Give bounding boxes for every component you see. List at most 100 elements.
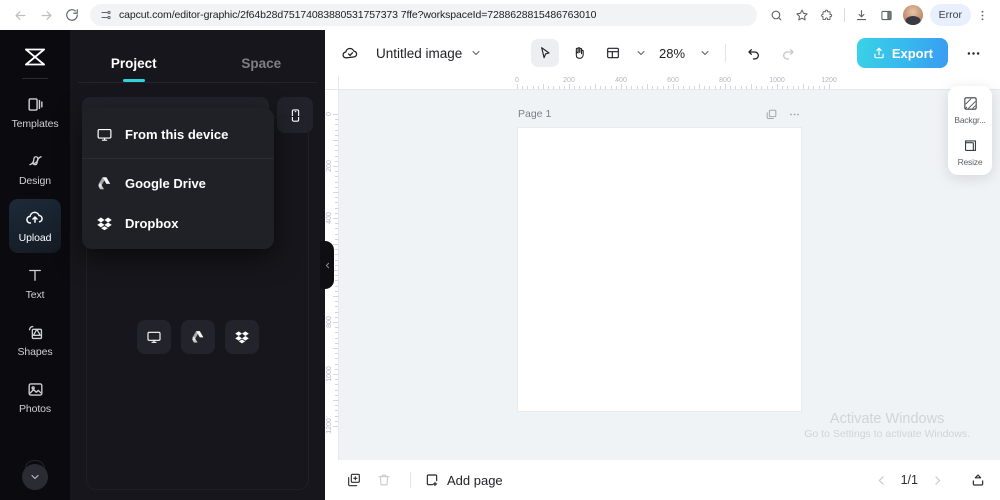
zoom-level[interactable]: 28% [659,46,685,61]
ruler-tick-v [335,420,338,422]
ruler-tick-h [688,86,690,89]
ruler-tick-v [335,197,338,199]
menu-item-dropbox[interactable]: Dropbox [82,203,274,243]
forward-icon[interactable] [34,3,58,27]
ruler-tick-v [335,202,338,204]
sidebar-item-design[interactable]: Design [9,142,61,196]
ruler-tick-v [335,389,338,391]
tab-space[interactable]: Space [198,56,326,82]
mobile-upload-button[interactable] [277,97,313,133]
ruler-tick-v [333,114,338,115]
sidebar-item-text[interactable]: Text [9,256,61,310]
sidebar-item-upload[interactable]: Upload [9,199,61,253]
kebab-menu-icon[interactable] [972,9,992,22]
ruler-label-h: 600 [667,77,679,84]
ruler-tick-h [797,86,799,89]
menu-item-from-this-device[interactable]: From this device [82,114,274,154]
design-icon [26,151,45,171]
canvas-workspace[interactable]: 0 200 400 600 800 1000 1200 0 200 400 600 800 1000 1… [325,76,1000,460]
star-icon[interactable] [790,3,814,27]
quick-device-button[interactable] [136,320,171,354]
duplicate-page-icon[interactable] [765,108,778,121]
export-button[interactable]: Export [856,38,948,68]
background-button[interactable]: Backgr... [948,95,992,125]
ruler-tick-v [335,290,338,292]
quick-google-drive-button[interactable] [180,320,215,354]
ruler-tick-v [335,363,338,365]
page-menu-icon[interactable] [788,108,801,121]
ruler-tick-h [662,86,664,89]
hand-icon[interactable] [565,39,593,67]
cloud-saved-icon[interactable] [341,44,360,63]
back-icon[interactable] [8,3,32,27]
page-zoom-icon[interactable] [765,3,789,27]
status-badge[interactable]: Error [929,4,971,26]
tab-project[interactable]: Project [70,56,198,82]
panel-tabs: Project Space [70,30,325,82]
sidebar-item-label: Design [18,175,52,188]
duplicate-page-button[interactable] [341,467,367,493]
sidebar-item-photos[interactable]: Photos [9,370,61,424]
ruler-tick-v [335,129,338,131]
ruler-tick-h [636,86,638,89]
add-page-button[interactable]: Add page [424,472,503,488]
layout-chevron-down-icon[interactable] [635,47,647,59]
capcut-logo-icon[interactable] [15,42,55,72]
page-canvas[interactable] [518,128,801,411]
side-panel-icon[interactable] [875,3,899,27]
ruler-tick-h [704,86,706,89]
ruler-tick-v [335,171,338,173]
quick-dropbox-button[interactable] [224,320,259,354]
undo-icon[interactable] [740,39,768,67]
more-options-icon[interactable] [960,40,986,66]
page-header: Page 1 [518,104,801,124]
sidebar-item-label: Upload [18,232,52,245]
ruler-label-v: 800 [326,316,333,328]
delete-page-button[interactable] [371,467,397,493]
duplicate-page-icon [346,472,362,488]
ruler-tick-v [335,301,338,303]
next-page-icon[interactable] [931,474,944,487]
ruler-tick-h [787,86,789,89]
sidebar-item-shapes[interactable]: Shapes [9,313,61,367]
ruler-tick-h [615,86,617,89]
export-button-label: Export [891,45,933,61]
ruler-tick-h [761,86,763,89]
ruler-tick-h [709,86,711,89]
resize-button[interactable]: Resize [948,137,992,167]
ruler-tick-h [719,86,721,89]
capcut-editor: Templates Design Upload Text Shapes Phot… [0,30,1000,500]
avatar[interactable] [902,5,923,25]
ruler-tick-v [335,342,338,344]
canvas-scroll-area[interactable]: Page 1 [339,90,1000,460]
ruler-tick-v [333,426,338,427]
resize-icon [962,137,979,154]
left-nav-rail: Templates Design Upload Text Shapes Phot… [0,30,70,500]
ruler-label-h: 200 [563,77,575,84]
prev-page-icon[interactable] [875,474,888,487]
ruler-tick-h [532,86,534,89]
menu-item-google-drive[interactable]: Google Drive [82,163,274,203]
panel-collapse-handle[interactable] [320,241,334,289]
upload-source-menu: From this device Google Drive Dropbox [82,108,274,249]
site-settings-icon[interactable] [100,9,112,21]
redo-icon[interactable] [774,39,802,67]
cursor-arrow-icon[interactable] [531,39,560,67]
upload-tray-button[interactable] [970,472,986,488]
address-bar[interactable]: capcut.com/editor-graphic/2f64b28d751740… [90,4,757,26]
sidebar-item-templates[interactable]: Templates [9,85,61,139]
monitor-icon [96,126,113,143]
extensions-puzzle-icon[interactable] [815,3,839,27]
ruler-tick-v [335,384,338,386]
photos-icon [26,379,45,399]
layout-grid-icon[interactable] [599,39,627,67]
ruler-tick-h [517,84,518,89]
document-title[interactable]: Untitled image [376,46,462,61]
ruler-tick-h [693,86,695,89]
download-icon[interactable] [850,3,874,27]
title-chevron-down-icon[interactable] [470,47,482,59]
reload-icon[interactable] [60,3,84,27]
chevron-down-icon[interactable] [22,464,48,490]
sidebar-item-label: Photos [18,403,52,416]
zoom-chevron-down-icon[interactable] [699,47,711,59]
